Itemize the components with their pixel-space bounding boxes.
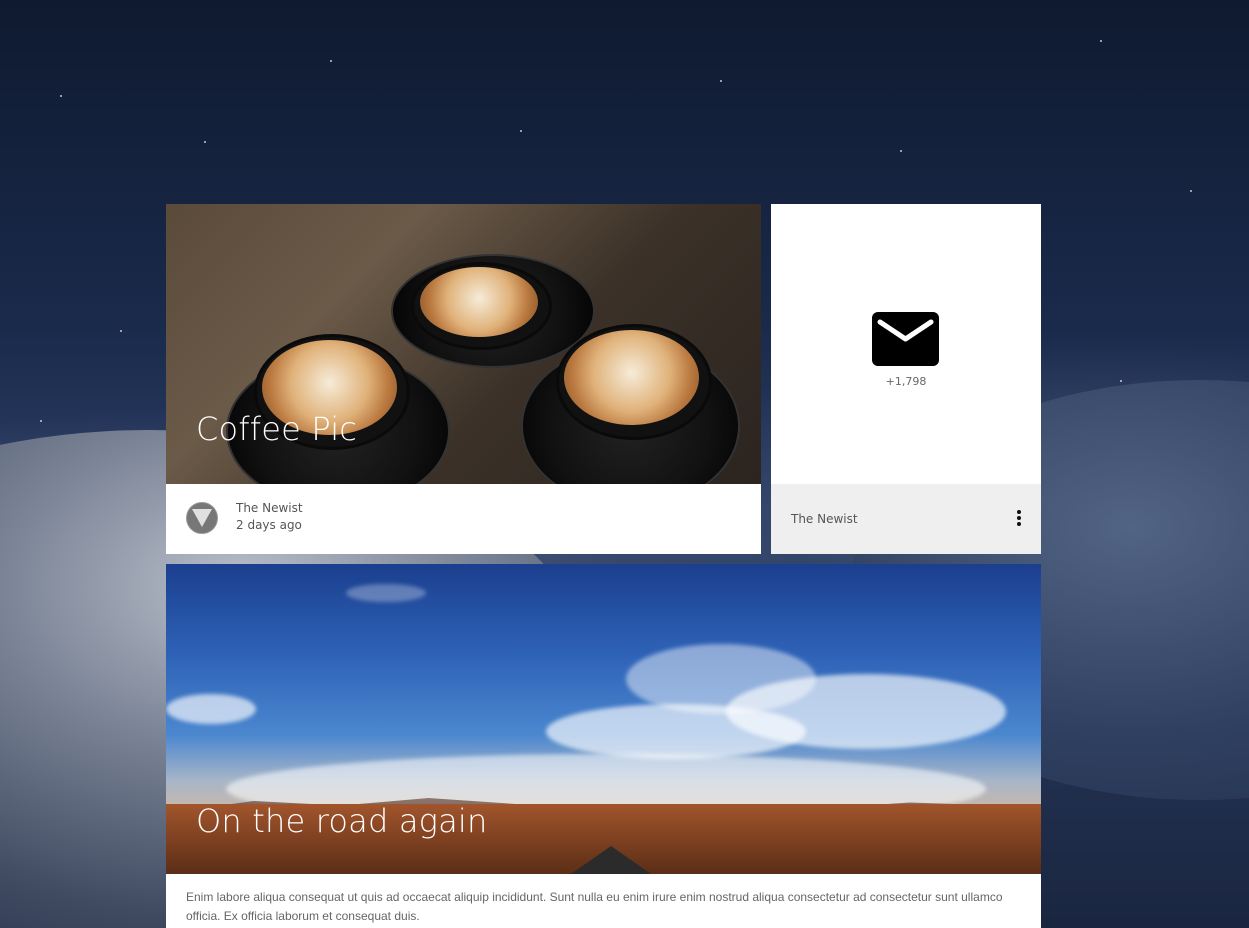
road-card[interactable]: On the road again Enim labore aliqua con… xyxy=(166,564,1041,928)
card-footer: The Newist xyxy=(771,484,1041,554)
coffee-card[interactable]: Coffee Pic The Newist 2 days ago xyxy=(166,204,761,554)
star xyxy=(60,95,62,97)
author-name[interactable]: The Newist xyxy=(236,501,303,515)
star xyxy=(900,150,902,152)
star xyxy=(1100,40,1102,42)
latte-art xyxy=(420,267,538,337)
road-image: On the road again xyxy=(166,564,1041,874)
more-vertical-icon[interactable] xyxy=(1015,510,1023,528)
latte-art xyxy=(564,330,699,425)
star xyxy=(40,420,42,422)
road xyxy=(571,846,651,874)
mail-icon[interactable] xyxy=(872,312,939,366)
post-time: 2 days ago xyxy=(236,518,302,532)
star xyxy=(330,60,332,62)
avatar[interactable] xyxy=(186,502,218,534)
mail-count: +1,798 xyxy=(885,375,927,388)
star xyxy=(1120,380,1122,382)
cloud xyxy=(166,694,256,724)
star xyxy=(720,80,722,82)
star xyxy=(1190,190,1192,192)
coffee-image: Coffee Pic xyxy=(166,204,761,484)
star xyxy=(120,330,122,332)
cloud xyxy=(726,674,1006,749)
card-title: On the road again xyxy=(196,802,488,840)
cloud xyxy=(346,584,426,602)
author-name[interactable]: The Newist xyxy=(791,512,858,526)
star xyxy=(520,130,522,132)
mail-card[interactable]: +1,798 The Newist xyxy=(771,204,1041,554)
avatar-logo-icon xyxy=(192,509,212,527)
card-title: Coffee Pic xyxy=(196,410,358,448)
star xyxy=(204,141,206,143)
card-footer: The Newist 2 days ago xyxy=(166,484,761,554)
card-description: Enim labore aliqua consequat ut quis ad … xyxy=(186,890,1003,923)
